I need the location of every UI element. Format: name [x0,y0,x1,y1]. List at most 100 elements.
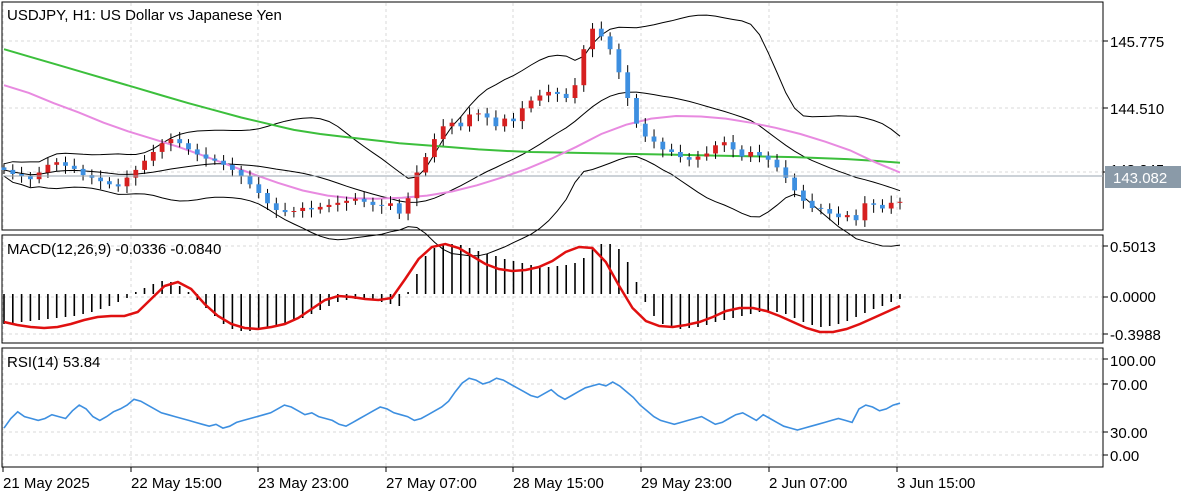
candle-bearish [598,28,604,37]
candle-bearish [616,49,622,73]
candle-bearish [836,213,841,218]
candle-bearish [642,123,648,137]
candle-bullish [45,164,51,173]
candle-bearish [186,143,191,150]
candle-bullish [335,202,341,205]
candle-bearish [730,142,736,150]
candle-bearish [634,98,639,124]
candle-bearish [238,169,244,177]
candle-bearish [458,122,464,127]
x-tick-label: 22 May 15:00 [131,475,222,492]
candle-bearish [247,176,253,185]
candle-bearish [282,210,288,213]
candle-bearish [265,193,270,204]
candle-bearish [361,198,367,202]
candle-bearish [396,203,402,214]
candle-bearish [686,157,692,160]
candle-bearish [774,159,780,168]
candle-bearish [809,200,815,208]
x-axis: 21 May 2025 22 May 15:00 23 May 23:00 27… [2,467,975,492]
candle-bearish [651,136,657,142]
candle-bearish [379,204,385,206]
candle-bullish [519,108,525,122]
macd-y-tick: -0.3988 [1110,327,1161,344]
candle-bearish [98,177,103,182]
x-tick-label: 28 May 15:00 [513,475,604,492]
candle-bearish [484,113,490,118]
rsi-y-tick: 0.00 [1110,448,1139,465]
x-tick-label: 29 May 23:00 [641,475,732,492]
current-price-label: 143.082 [1113,170,1167,187]
price-y-tick: 145.775 [1110,34,1164,51]
macd-panel-label: MACD(12,26,9) -0.0336 -0.0840 [7,241,221,258]
candle-bearish [80,168,86,176]
candle-bearish [177,139,183,144]
candle-bearish [221,160,226,165]
candle-bearish [871,203,877,205]
candle-bearish [493,117,499,127]
candle-bearish [607,36,613,50]
rsi-panel-frame [1,347,1104,468]
candle-bullish [581,49,587,86]
candle-bearish [511,118,516,122]
candle-bearish [194,149,200,155]
candle-bullish [317,206,323,210]
rsi-y-axis: 100.00 70.00 30.00 0.00 [1103,353,1156,465]
candle-bearish [370,201,376,205]
price-y-axis: 145.775 144.510 143.245 [1103,34,1164,179]
candle-bullish [449,122,455,127]
candle-bearish [625,72,631,98]
candle-bullish [54,162,60,165]
candle-bullish [440,126,446,140]
candle-bullish [502,118,508,127]
candle-bullish [168,139,174,144]
rsi-panel-label: RSI(14) 53.84 [7,354,100,371]
candle-bearish [765,155,771,160]
x-tick-label: 23 May 23:00 [258,475,349,492]
candle-bearish [678,152,683,158]
rsi-y-tick: 70.00 [1110,377,1148,394]
candle-bearish [212,158,218,161]
candle-bullish [344,200,349,203]
candle-bullish [388,203,393,206]
rsi-y-tick: 100.00 [1110,353,1156,370]
candle-bearish [563,93,569,98]
candle-bullish [159,143,165,152]
candle-bullish [748,152,754,157]
candle-bearish [28,176,33,180]
candle-bullish [467,114,472,127]
candle-bearish [71,165,77,169]
x-tick-label: 21 May 2025 [3,475,90,492]
candle-bullish [844,215,850,218]
candle-bearish [273,203,279,210]
candle-bearish [63,162,68,166]
candle-bearish [203,154,209,159]
candle-bearish [757,152,762,156]
candle-bullish [300,207,306,211]
candle-bullish [888,202,894,209]
candle-bearish [660,141,666,150]
rsi-y-tick: 30.00 [1110,425,1148,442]
candle-bearish [880,204,885,209]
candle-bearish [827,209,833,214]
candle-bullish [142,160,147,170]
candle-bearish [669,149,674,152]
x-tick-label: 3 Jun 15:00 [897,475,975,492]
candle-bullish [150,152,156,161]
candle-bearish [115,184,121,187]
candle-bullish [704,153,710,157]
candle-bearish [739,149,745,157]
candle-bearish [10,169,16,174]
x-tick-label: 27 May 07:00 [386,475,477,492]
candle-bullish [695,156,701,160]
candle-bullish [537,95,543,101]
candle-bullish [590,28,595,50]
candle-bullish [862,203,868,221]
candle-bearish [107,181,112,185]
candle-bullish [476,113,481,115]
price-y-tick: 144.510 [1110,101,1164,118]
candle-bullish [353,198,358,201]
candle-bearish [853,215,859,221]
candle-bearish [1,167,7,170]
macd-y-tick: 0.0000 [1110,289,1156,306]
